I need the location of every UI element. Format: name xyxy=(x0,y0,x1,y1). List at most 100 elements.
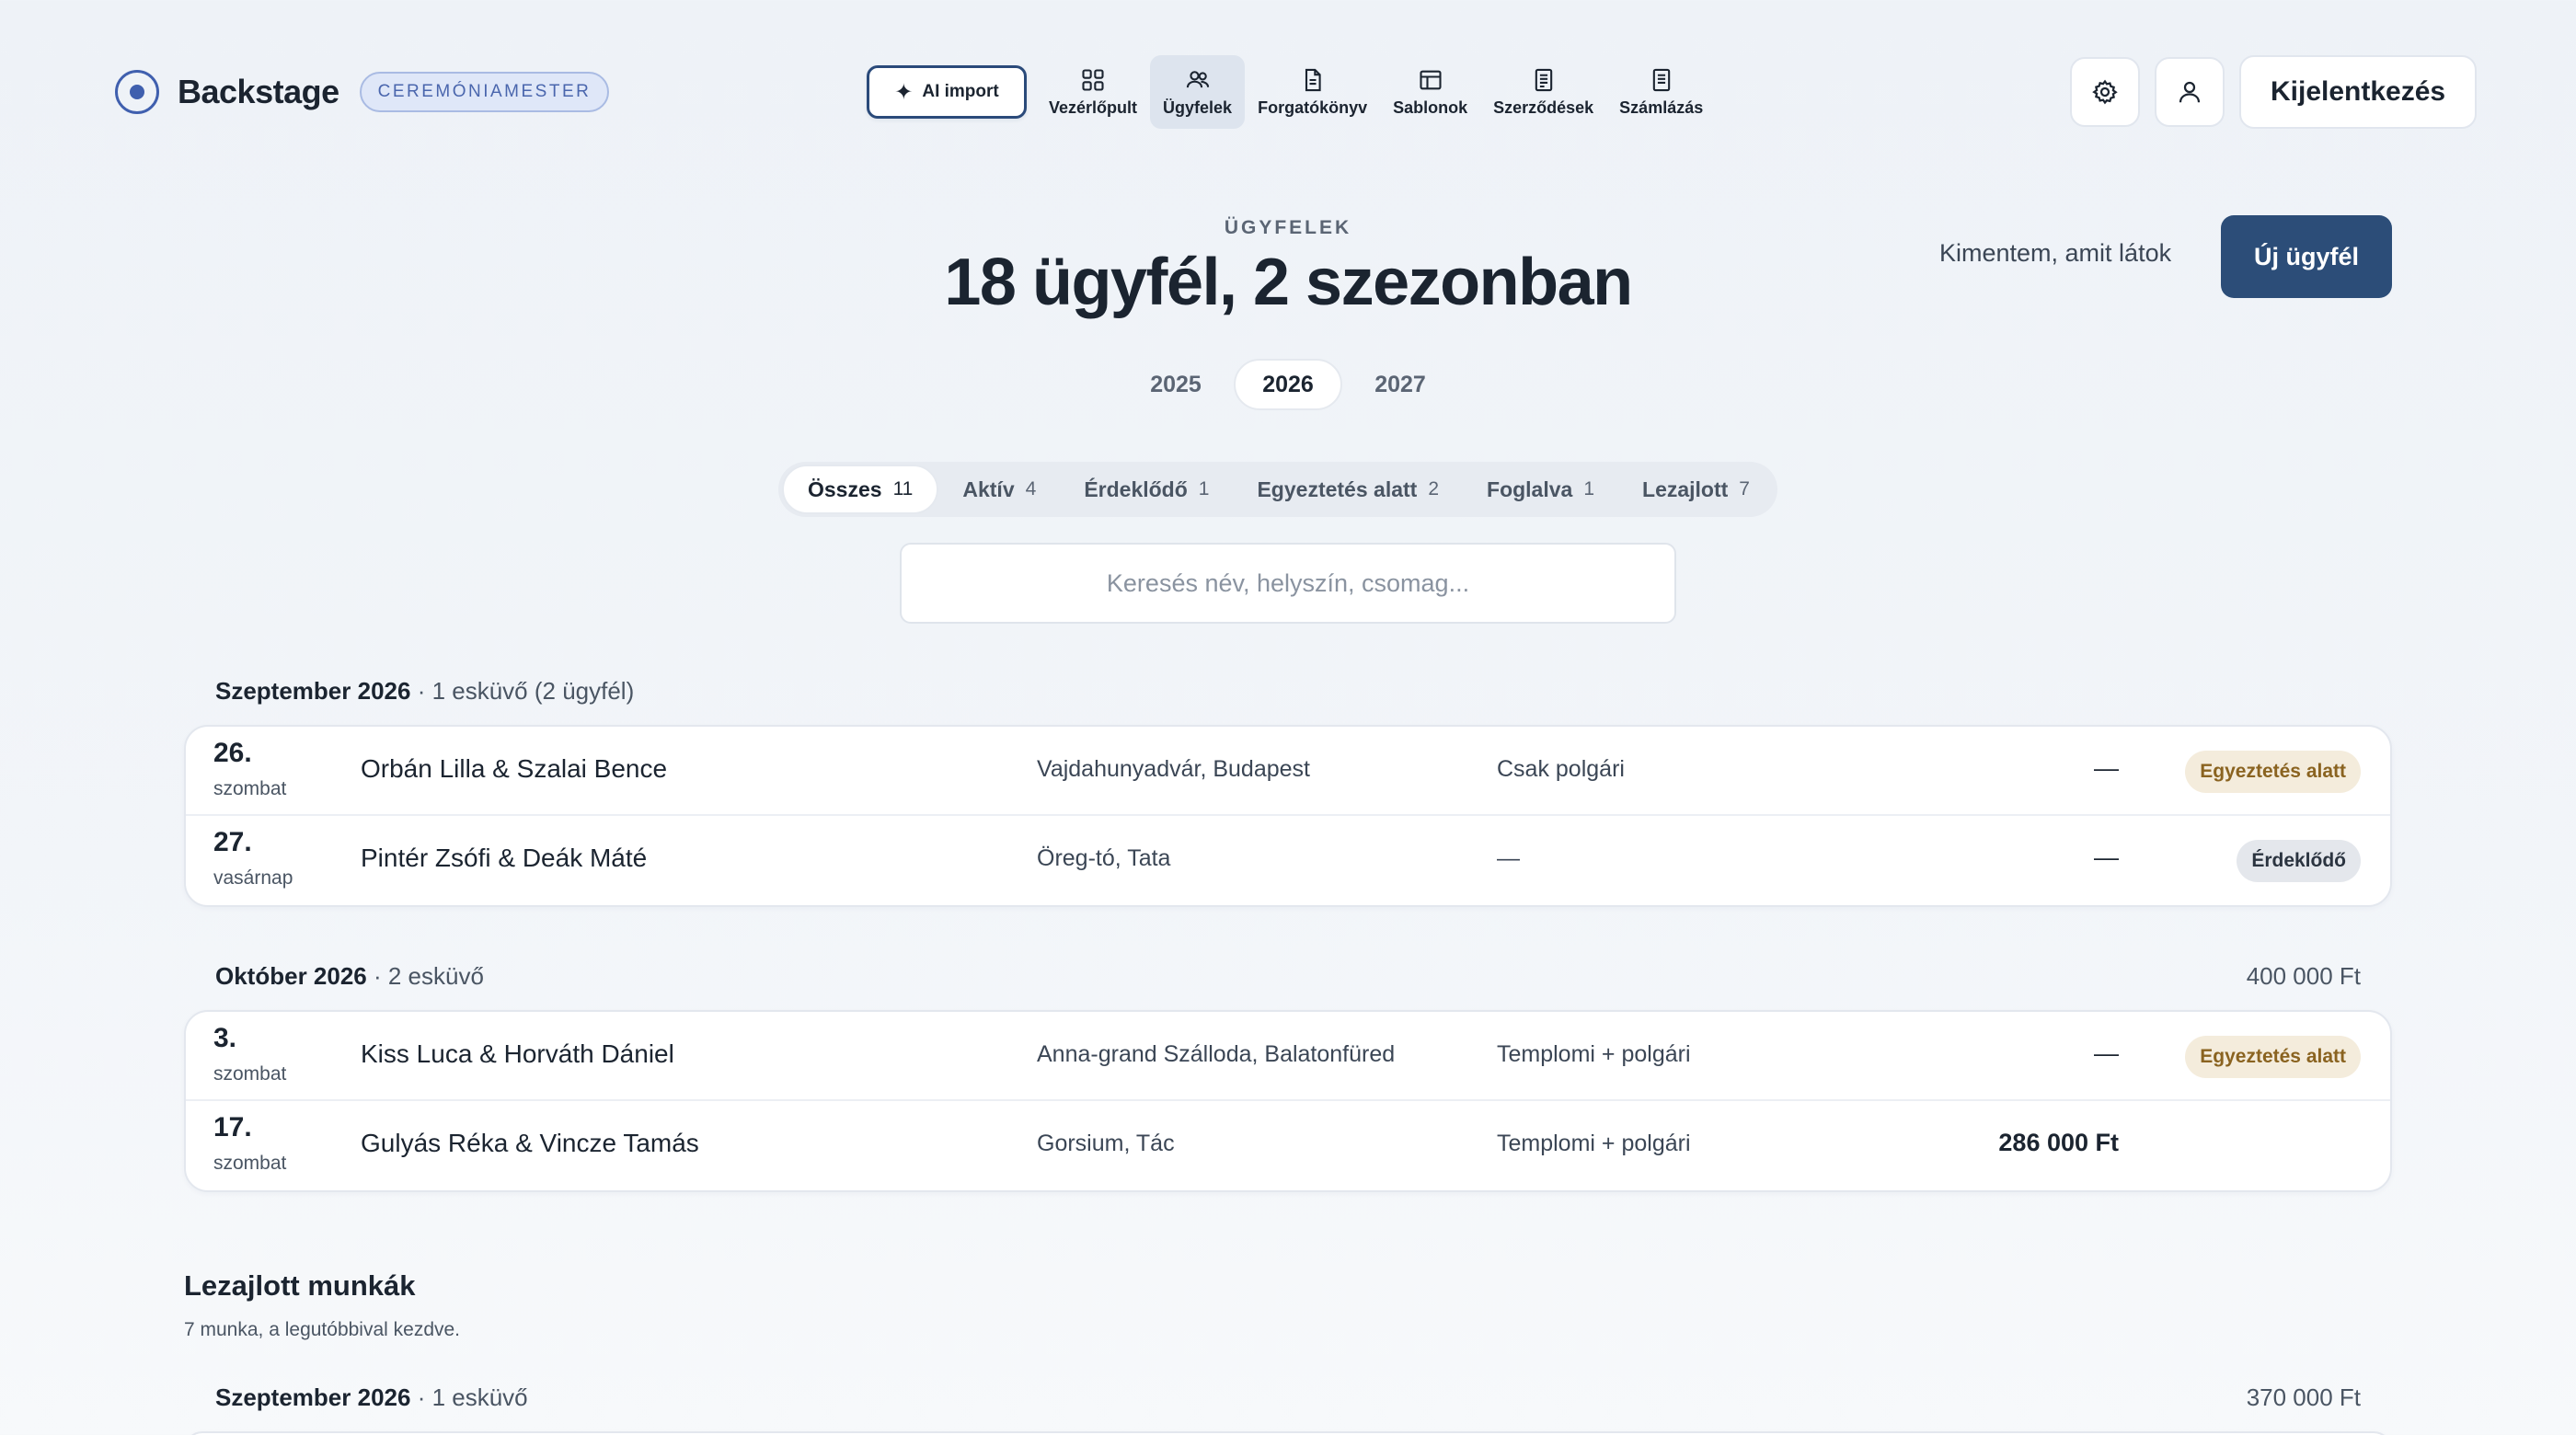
venue: Anna-grand Szálloda, Balatonfüred xyxy=(1037,1041,1396,1067)
month-group-header: Október 2026 · 2 esküvő 400 000 Ft xyxy=(215,962,2361,991)
filter-label: Érdeklődő xyxy=(1084,476,1188,501)
nav-item-forgatokonyv[interactable]: Forgatókönyv xyxy=(1245,55,1380,129)
brand[interactable]: Backstage CEREMÓNIAMESTER xyxy=(115,68,610,116)
filter-label: Foglalva xyxy=(1487,476,1573,501)
package: Csak polgári xyxy=(1497,756,1625,782)
amount: — xyxy=(2094,754,2119,782)
month-group-header: Szeptember 2026 · 1 esküvő (2 ügyfél) xyxy=(215,677,2361,706)
date-weekday: vasárnap xyxy=(213,867,293,889)
nav-item-szerzodesek[interactable]: Szerződések xyxy=(1480,55,1606,129)
document-icon xyxy=(1305,68,1321,91)
page-title: 18 ügyfél, 2 szezonban xyxy=(944,246,1633,319)
brand-name: Backstage xyxy=(178,73,339,110)
amount: 286 000 Ft xyxy=(1998,1129,2119,1156)
month-total: 400 000 Ft xyxy=(2246,962,2361,990)
date-day: 17. xyxy=(213,1112,252,1142)
users-icon xyxy=(1186,70,1209,87)
filter-count: 7 xyxy=(1739,478,1750,499)
nav-label: Szerződések xyxy=(1493,98,1594,117)
main-nav: ✦ AI import Vezérlőpult Ügyfelek Forgató… xyxy=(867,55,1716,129)
venue: Öreg-tó, Tata xyxy=(1037,845,1171,871)
filter-erdeklodo[interactable]: Érdeklődő 1 xyxy=(1060,465,1233,514)
date-weekday: szombat xyxy=(213,778,287,799)
date-day: 26. xyxy=(213,738,252,768)
couple-name: Orbán Lilla & Szalai Bence xyxy=(361,754,668,783)
nav-item-vezerlopult[interactable]: Vezérlőpult xyxy=(1036,55,1150,129)
month-total: 370 000 Ft xyxy=(2246,1383,2361,1411)
filter-foglalva[interactable]: Foglalva 1 xyxy=(1463,465,1618,514)
nav-item-sablonok[interactable]: Sablonok xyxy=(1380,55,1480,129)
venue: Gorsium, Tác xyxy=(1037,1131,1175,1156)
settings-button[interactable] xyxy=(2070,57,2140,127)
month-group-header: Szeptember 2026 · 1 esküvő 370 000 Ft xyxy=(215,1383,2361,1412)
filter-count: 1 xyxy=(1198,478,1210,499)
client-row[interactable]: 26. szombat Orbán Lilla & Szalai Bence V… xyxy=(186,727,2390,816)
filter-count: 1 xyxy=(1583,478,1595,499)
profile-button[interactable] xyxy=(2155,57,2225,127)
client-row[interactable]: 27. vasárnap Pintér Zsófi & Deák Máté Ör… xyxy=(186,816,2390,905)
template-icon xyxy=(1420,70,1442,89)
client-list-card: 26. szombat Orbán Lilla & Szalai Bence V… xyxy=(184,725,2392,907)
nav-label: Vezérlőpult xyxy=(1049,98,1138,117)
status-badge: Egyeztetés alatt xyxy=(2185,751,2361,793)
month-summary: · 1 esküvő (2 ügyfél) xyxy=(417,677,635,705)
package: Templomi + polgári xyxy=(1497,1041,1691,1067)
venue: Vajdahunyadvár, Budapest xyxy=(1037,756,1310,782)
client-list-card xyxy=(184,1431,2392,1435)
client-row[interactable]: 3. szombat Kiss Luca & Horváth Dániel An… xyxy=(186,1012,2390,1101)
status-badge: Egyeztetés alatt xyxy=(2185,1036,2361,1078)
save-view-link[interactable]: Kimentem, amit látok xyxy=(1939,239,2171,268)
filter-lezajlott[interactable]: Lezajlott 7 xyxy=(1618,465,1774,514)
package: — xyxy=(1497,845,1520,871)
filter-osszes[interactable]: Összes 11 xyxy=(782,465,939,514)
nav-item-ugyfelek[interactable]: Ügyfelek xyxy=(1150,55,1246,129)
tab-year-2026[interactable]: 2026 xyxy=(1234,359,1342,410)
search-input[interactable] xyxy=(900,543,1676,624)
gear-icon xyxy=(2092,79,2118,105)
logo-icon xyxy=(115,70,159,114)
filter-count: 4 xyxy=(1025,478,1037,499)
client-row[interactable]: 17. szombat Gulyás Réka & Vincze Tamás G… xyxy=(186,1101,2390,1190)
amount: — xyxy=(2094,844,2119,871)
nav-label: Sablonok xyxy=(1393,98,1468,117)
contract-icon xyxy=(1535,68,1552,91)
page-eyebrow: ÜGYFELEK xyxy=(1224,217,1352,238)
ai-import-button[interactable]: ✦ AI import xyxy=(867,65,1027,119)
filter-label: Egyeztetés alatt xyxy=(1257,476,1418,501)
date-day: 3. xyxy=(213,1023,237,1053)
nav-label: Forgatókönyv xyxy=(1258,98,1368,117)
filter-label: Összes xyxy=(808,476,882,501)
user-icon xyxy=(2179,81,2201,103)
month-summary: · 1 esküvő xyxy=(417,1383,528,1411)
filter-aktiv[interactable]: Aktív 4 xyxy=(938,465,1060,514)
date-day: 27. xyxy=(213,827,252,857)
month-label: Szeptember 2026 xyxy=(215,677,411,705)
amount: — xyxy=(2094,1039,2119,1067)
filter-label: Aktív xyxy=(962,476,1015,501)
year-tabs: 2025 2026 2027 xyxy=(0,359,2576,410)
couple-name: Pintér Zsófi & Deák Máté xyxy=(361,844,648,872)
completed-section-subtitle: 7 munka, a legutóbbival kezdve. xyxy=(184,1319,461,1340)
new-client-button[interactable]: Új ügyfél xyxy=(2221,215,2392,298)
filter-label: Lezajlott xyxy=(1642,476,1729,501)
nav-label: Ügyfelek xyxy=(1163,98,1233,117)
tab-year-2027[interactable]: 2027 xyxy=(1346,359,1455,410)
status-badge: Érdeklődő xyxy=(2237,840,2361,882)
status-filters: Összes 11 Aktív 4 Érdeklődő 1 Egyeztetés al… xyxy=(778,462,1777,517)
tab-year-2025[interactable]: 2025 xyxy=(1121,359,1230,410)
sparkle-icon: ✦ xyxy=(894,79,914,105)
ai-import-label: AI import xyxy=(922,82,999,101)
dashboard-icon xyxy=(1082,68,1104,91)
filter-count: 11 xyxy=(892,478,914,499)
month-summary: · 2 esküvő xyxy=(373,962,484,990)
filter-count: 2 xyxy=(1428,478,1440,499)
logout-button[interactable]: Kijelentkezés xyxy=(2239,55,2478,129)
nav-item-szamlazas[interactable]: Számlázás xyxy=(1606,55,1716,129)
date-weekday: szombat xyxy=(213,1153,287,1174)
month-label: Szeptember 2026 xyxy=(215,1383,411,1411)
filter-egyeztetes-alatt[interactable]: Egyeztetés alatt 2 xyxy=(1233,465,1463,514)
invoice-icon xyxy=(1652,68,1670,91)
role-badge: CEREMÓNIAMESTER xyxy=(359,72,610,112)
client-list-card: 3. szombat Kiss Luca & Horváth Dániel An… xyxy=(184,1010,2392,1192)
month-label: Október 2026 xyxy=(215,962,367,990)
